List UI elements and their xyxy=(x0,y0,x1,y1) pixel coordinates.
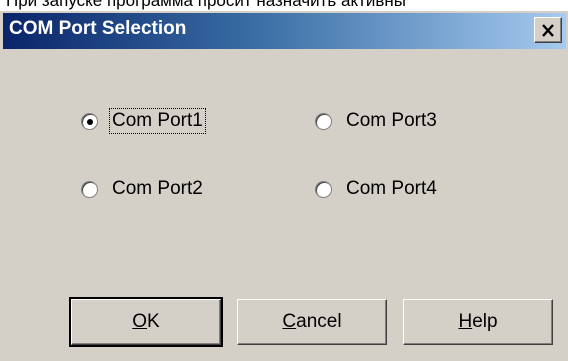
radio-button-icon[interactable] xyxy=(81,180,98,198)
radio-button-icon[interactable] xyxy=(81,112,98,130)
screen: При запуске программа просит назначить а… xyxy=(0,0,568,361)
cancel-mnemonic: C xyxy=(282,311,297,332)
close-button[interactable] xyxy=(534,17,562,43)
radio-label[interactable]: Com Port3 xyxy=(344,109,439,133)
radio-label[interactable]: Com Port2 xyxy=(110,177,205,201)
com-port-selection-dialog: COM Port Selection Com Port1 Com Port2 C… xyxy=(0,11,568,361)
background-page-text: При запуске программа просит назначить а… xyxy=(6,0,406,10)
cancel-label-rest: ancel xyxy=(296,311,342,332)
radio-button-icon[interactable] xyxy=(315,180,332,198)
ok-label-rest: K xyxy=(147,311,160,332)
help-button[interactable]: Help xyxy=(403,299,553,345)
close-icon xyxy=(542,23,554,37)
radio-com-port2[interactable]: Com Port2 xyxy=(81,174,205,204)
ok-button[interactable]: OK xyxy=(69,297,223,347)
ok-mnemonic: O xyxy=(132,311,148,332)
radio-label[interactable]: Com Port4 xyxy=(344,177,439,201)
radio-com-port4[interactable]: Com Port4 xyxy=(315,174,439,204)
radio-com-port3[interactable]: Com Port3 xyxy=(315,106,439,136)
help-label-rest: elp xyxy=(472,311,498,332)
radio-button-icon[interactable] xyxy=(315,112,332,130)
cancel-button[interactable]: Cancel xyxy=(237,299,387,345)
help-mnemonic: H xyxy=(458,311,473,332)
title-bar[interactable]: COM Port Selection xyxy=(3,13,566,49)
radio-com-port1[interactable]: Com Port1 xyxy=(81,106,206,136)
dialog-title: COM Port Selection xyxy=(9,18,187,39)
radio-label[interactable]: Com Port1 xyxy=(109,108,206,134)
